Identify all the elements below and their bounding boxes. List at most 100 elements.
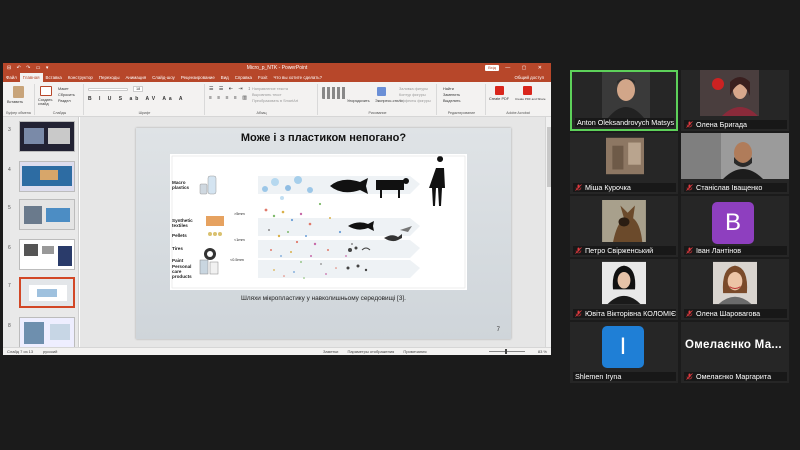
reset-button[interactable]: Сбросить bbox=[58, 93, 75, 97]
participant-video bbox=[606, 137, 644, 175]
participant-video bbox=[700, 70, 759, 116]
replace-button[interactable]: Заменить bbox=[443, 93, 460, 97]
slide-thumbnail-3[interactable] bbox=[19, 121, 75, 152]
zoom-slider-knob[interactable] bbox=[505, 349, 507, 354]
group-label: Рисование bbox=[368, 111, 387, 115]
text-direction-button[interactable]: Направление текста bbox=[252, 87, 288, 91]
create-pdf-share-icon[interactable] bbox=[523, 86, 532, 95]
tab-transitions[interactable]: Переходы bbox=[96, 73, 123, 82]
tab-help[interactable]: Справка bbox=[232, 73, 255, 82]
create-pdf-button[interactable]: Create PDF bbox=[489, 97, 509, 101]
tab-animations[interactable]: Анимация bbox=[122, 73, 149, 82]
sign-in-button[interactable]: Вхід bbox=[485, 65, 499, 71]
group-label: Редактирование bbox=[447, 111, 476, 115]
label-paint: Paint bbox=[172, 258, 184, 263]
participant-tile[interactable]: Anton Oleksandrovych Matsyshyn bbox=[570, 70, 678, 131]
tab-home[interactable]: Главная bbox=[19, 73, 43, 82]
font-format-buttons[interactable]: B I U S ab AV Aa A bbox=[88, 96, 186, 102]
paste-icon[interactable] bbox=[13, 86, 24, 98]
group-label: Абзац bbox=[256, 111, 267, 115]
shape-outline-button[interactable]: Контур фигуры bbox=[399, 93, 426, 97]
ribbon-tabs: Файл Главная Вставка Конструктор Переходы Ани… bbox=[3, 73, 551, 82]
align-text-button[interactable]: Выровнять текст bbox=[252, 93, 282, 97]
slide-thumbnail-6[interactable] bbox=[19, 239, 75, 270]
band-tires bbox=[258, 240, 420, 258]
participant-name: Олена Бригада bbox=[684, 120, 787, 129]
create-pdf-icon[interactable] bbox=[495, 86, 504, 95]
new-slide-icon[interactable] bbox=[40, 86, 52, 96]
participant-tile[interactable]: Петро Свірженський bbox=[570, 196, 678, 257]
layout-button[interactable]: Макет bbox=[58, 87, 69, 91]
mic-muted-icon bbox=[575, 310, 582, 317]
view-controls: Заметки Параметры отображения Примечания bbox=[323, 348, 435, 355]
font-size-box[interactable]: 18 bbox=[133, 86, 144, 92]
title-bar: ⊟ ↶ ↷ ▭ ▾ Micro_p_NTK - PowerPoint Вхід … bbox=[3, 63, 551, 73]
tab-file[interactable]: Файл bbox=[3, 73, 20, 82]
tab-review[interactable]: Рецензирование bbox=[178, 73, 218, 82]
list-buttons[interactable]: ☰ ☰ ⇤ ⇥ ↕ bbox=[209, 86, 252, 92]
participant-tile[interactable]: Станіслав Іващенко bbox=[681, 133, 789, 194]
participant-name: Станіслав Іващенко bbox=[684, 183, 787, 192]
current-slide[interactable]: Може і з пластиком непогано? Macro plast… bbox=[136, 128, 511, 339]
slide-editing-canvas[interactable]: Може і з пластиком непогано? Macro plast… bbox=[80, 117, 545, 347]
tab-insert[interactable]: Вставка bbox=[43, 73, 65, 82]
group-acrobat: Create PDF Create PDF and Share Adobe Ac… bbox=[487, 84, 549, 115]
scrollbar-thumb[interactable] bbox=[547, 127, 551, 187]
share-button[interactable]: Общий доступ bbox=[512, 73, 548, 82]
microplastic-pathways-figure: Macro plastics Synthetic textiles Pellet… bbox=[170, 154, 467, 290]
shape-effects-button[interactable]: Эффекты фигуры bbox=[399, 99, 431, 103]
find-button[interactable]: Найти bbox=[443, 87, 454, 91]
tab-foxit[interactable]: Foxit bbox=[255, 73, 271, 82]
group-label: Шрифт bbox=[138, 111, 151, 115]
vertical-scrollbar[interactable] bbox=[545, 117, 551, 347]
window-controls[interactable]: — ▢ ✕ bbox=[505, 63, 547, 73]
display-settings-button[interactable]: Параметры отображения bbox=[347, 349, 394, 354]
participant-video bbox=[681, 133, 789, 179]
new-slide-button[interactable]: Создать слайд bbox=[38, 98, 56, 106]
arrange-button[interactable]: Упорядочить bbox=[347, 99, 370, 103]
slide-thumbnail-5[interactable] bbox=[19, 199, 75, 230]
group-drawing: Упорядочить Экспресс-стили Заливка фигур… bbox=[319, 84, 437, 115]
slide-counter: Слайд 7 из 13 bbox=[7, 349, 34, 354]
shared-screen-powerpoint[interactable]: ⊟ ↶ ↷ ▭ ▾ Micro_p_NTK - PowerPoint Вхід … bbox=[3, 63, 551, 355]
participant-tile[interactable]: B Іван Лантінов bbox=[681, 196, 789, 257]
shape-fill-button[interactable]: Заливка фигуры bbox=[399, 87, 428, 91]
tab-slideshow[interactable]: Слайд-шоу bbox=[149, 73, 178, 82]
paste-button[interactable]: Вставить bbox=[7, 100, 23, 104]
participant-tile[interactable]: Олена Бригада bbox=[681, 70, 789, 131]
slide-thumbnail-4[interactable] bbox=[19, 161, 75, 192]
create-pdf-share-button[interactable]: Create PDF and Share bbox=[515, 97, 546, 101]
participant-tile[interactable]: Міша Курочка bbox=[570, 133, 678, 194]
zoom-slider[interactable] bbox=[489, 351, 525, 352]
label-macro-plastics: Macro plastics bbox=[172, 180, 190, 190]
label-synthetic-textiles: Synthetic textiles bbox=[172, 218, 193, 228]
align-buttons[interactable]: ≡ ≡ ≡ ≡ ▥ bbox=[209, 95, 249, 101]
slide-thumbnail-8[interactable] bbox=[19, 317, 75, 348]
slide-thumbnail-7-selected[interactable] bbox=[19, 277, 75, 308]
zoom-level[interactable]: 83 % bbox=[538, 348, 547, 355]
language-indicator[interactable]: русский bbox=[43, 348, 57, 355]
tab-design[interactable]: Конструктор bbox=[65, 73, 96, 82]
participant-avatar: I bbox=[602, 326, 644, 368]
notes-button[interactable]: Заметки bbox=[323, 349, 338, 354]
tell-me-search[interactable]: Что вы хотите сделать? bbox=[270, 73, 325, 82]
convert-smartart-button[interactable]: Преобразовать в SmartArt bbox=[252, 99, 298, 103]
select-button[interactable]: Выделить bbox=[443, 99, 461, 103]
participant-tile[interactable]: Омелаєнко Ма... Омелаєнко Маргарита bbox=[681, 322, 789, 383]
shapes-gallery[interactable] bbox=[322, 87, 346, 99]
font-name-box[interactable] bbox=[88, 88, 128, 91]
participant-photo bbox=[713, 261, 757, 305]
comments-button[interactable]: Примечания bbox=[403, 349, 426, 354]
participant-tile[interactable]: Олена Шаровагова bbox=[681, 259, 789, 320]
figure-caption[interactable]: Шляхи мікропластику у навколишньому сере… bbox=[136, 295, 511, 302]
section-button[interactable]: Раздел bbox=[58, 99, 71, 103]
participant-tile[interactable]: Ювіта Вікторівна КОЛОМІЄЦЬ bbox=[570, 259, 678, 320]
participant-video bbox=[602, 72, 650, 118]
group-editing: Найти Заменить Выделить Редактирование bbox=[438, 84, 486, 115]
quick-styles-icon[interactable] bbox=[377, 87, 386, 96]
slide-title[interactable]: Може і з пластиком непогано? bbox=[136, 132, 511, 144]
mic-muted-icon bbox=[686, 121, 693, 128]
tab-view[interactable]: Вид bbox=[218, 73, 232, 82]
participant-tile[interactable]: I Shlemen Iryna bbox=[570, 322, 678, 383]
document-title: Micro_p_NTK - PowerPoint bbox=[246, 65, 308, 71]
